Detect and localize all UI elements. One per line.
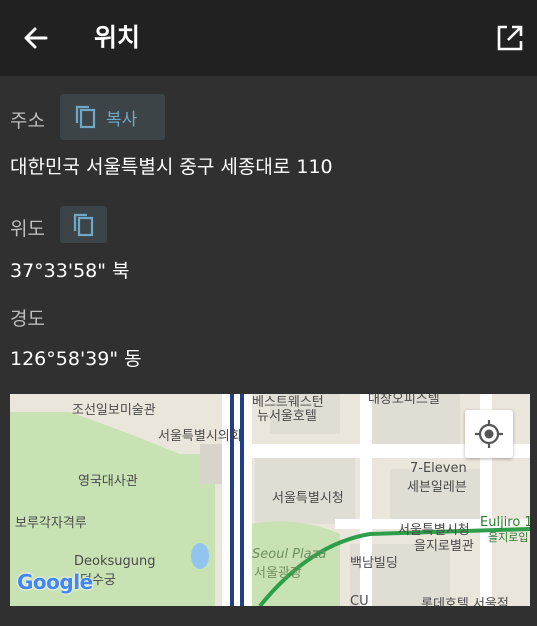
google-logo: Google (17, 570, 93, 594)
copy-icon (73, 213, 94, 236)
map-place-label: 백남빌딩 (350, 556, 398, 571)
map-place-label: 롯데호텔 서울점 (421, 597, 509, 606)
map-place-label: 서울특별시의회 (158, 429, 242, 444)
open-in-new-icon (497, 25, 523, 51)
app-bar: 위치 (0, 0, 537, 76)
map-place-label: Seoul Plaza (252, 547, 327, 562)
copy-address-button[interactable]: 복사 (60, 94, 165, 140)
copy-button-label: 복사 (106, 109, 138, 130)
latitude-label: 위도 (10, 218, 45, 240)
map-place-label: Euljiro 1 (480, 515, 530, 530)
my-location-button[interactable] (465, 410, 513, 458)
map-place-label: 조선일보미술관 (72, 403, 156, 418)
copy-latitude-button[interactable] (60, 206, 107, 243)
arrow-back-icon (24, 27, 48, 49)
map-place-label: 을지로별관 (414, 539, 474, 554)
longitude-value: 126°58'39" 동 (10, 348, 142, 370)
map-place-label: 세븐일레븐 (407, 480, 467, 495)
map-place-label: 영국대사관 (78, 474, 138, 489)
map-place-label: 뉴서울호텔 (257, 409, 317, 424)
map-place-label: 서울광장 (254, 566, 302, 581)
map-place-label: 대창오피스텔 (368, 394, 440, 407)
map-place-label: 서울특별시청 (272, 491, 344, 506)
my-location-icon (475, 420, 503, 448)
address-value: 대한민국 서울특별시 중구 세종대로 110 (10, 156, 333, 178)
page-title: 위치 (94, 23, 141, 52)
map-place-label: 을지로입 (488, 531, 529, 544)
map-place-label: 보루각자격루 (15, 516, 87, 531)
latitude-value: 37°33'58" 북 (10, 260, 130, 282)
map-view[interactable]: 조선일보미술관 서울특별시의회 베스트웨스턴 뉴서울호텔 대창오피스텔 영국대사… (10, 394, 530, 606)
map-place-label: CU (350, 594, 369, 606)
open-external-button[interactable] (492, 20, 528, 56)
longitude-label: 경도 (10, 308, 45, 330)
google-attribution: Google (17, 570, 93, 594)
copy-icon (75, 105, 96, 129)
map-place-label: 7-Eleven (410, 461, 467, 476)
address-label: 주소 (10, 110, 45, 132)
back-button[interactable] (18, 20, 54, 56)
map-place-label: Deoksugung (74, 554, 156, 569)
